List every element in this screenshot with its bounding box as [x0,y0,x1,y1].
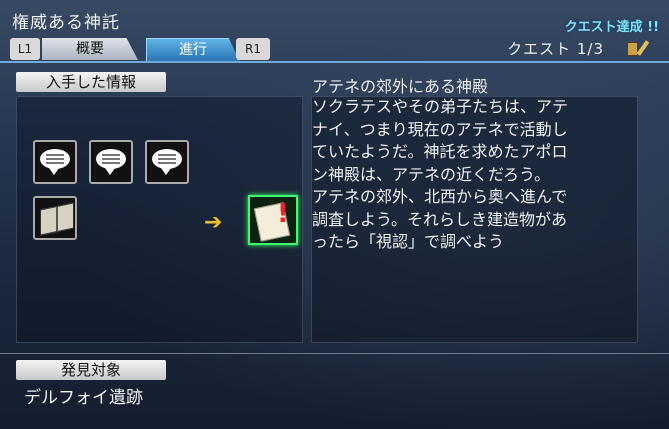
oracle-note-icon[interactable]: ! [248,195,298,245]
book-icon[interactable] [33,196,77,240]
l1-button[interactable]: L1 [10,38,40,60]
description-title: アテネの郊外にある神殿 [312,77,489,96]
obtained-info-label: 入手した情報 [16,72,166,92]
speech-bubble-icon[interactable] [145,140,189,184]
description-body: ソクラテスやその弟子たちは、アテ ナイ、つまり現在のアテネで活動し ていたようだ… [312,97,569,251]
discovery-target-label: 発見対象 [16,360,166,380]
speech-bubble-icon[interactable] [89,140,133,184]
arrow-right-icon: ➔ [204,210,223,235]
speech-bubble-icon[interactable] [33,140,77,184]
section-divider [0,353,669,354]
tab-progress[interactable]: 進行 [146,38,240,62]
quest-panel: 権威ある神託 クエスト達成 !! クエスト 1/3 L1 概要 進行 R1 入手… [0,0,669,429]
tab-bar: L1 概要 進行 R1 [0,38,669,62]
quest-achieved-badge: クエスト達成 !! [564,20,659,35]
tab-overview[interactable]: 概要 [42,38,138,60]
tab-divider [0,61,669,63]
r1-button[interactable]: R1 [236,38,270,60]
discovery-target-value: デルフォイ遺跡 [24,388,143,408]
quest-title: 権威ある神託 [12,13,120,33]
